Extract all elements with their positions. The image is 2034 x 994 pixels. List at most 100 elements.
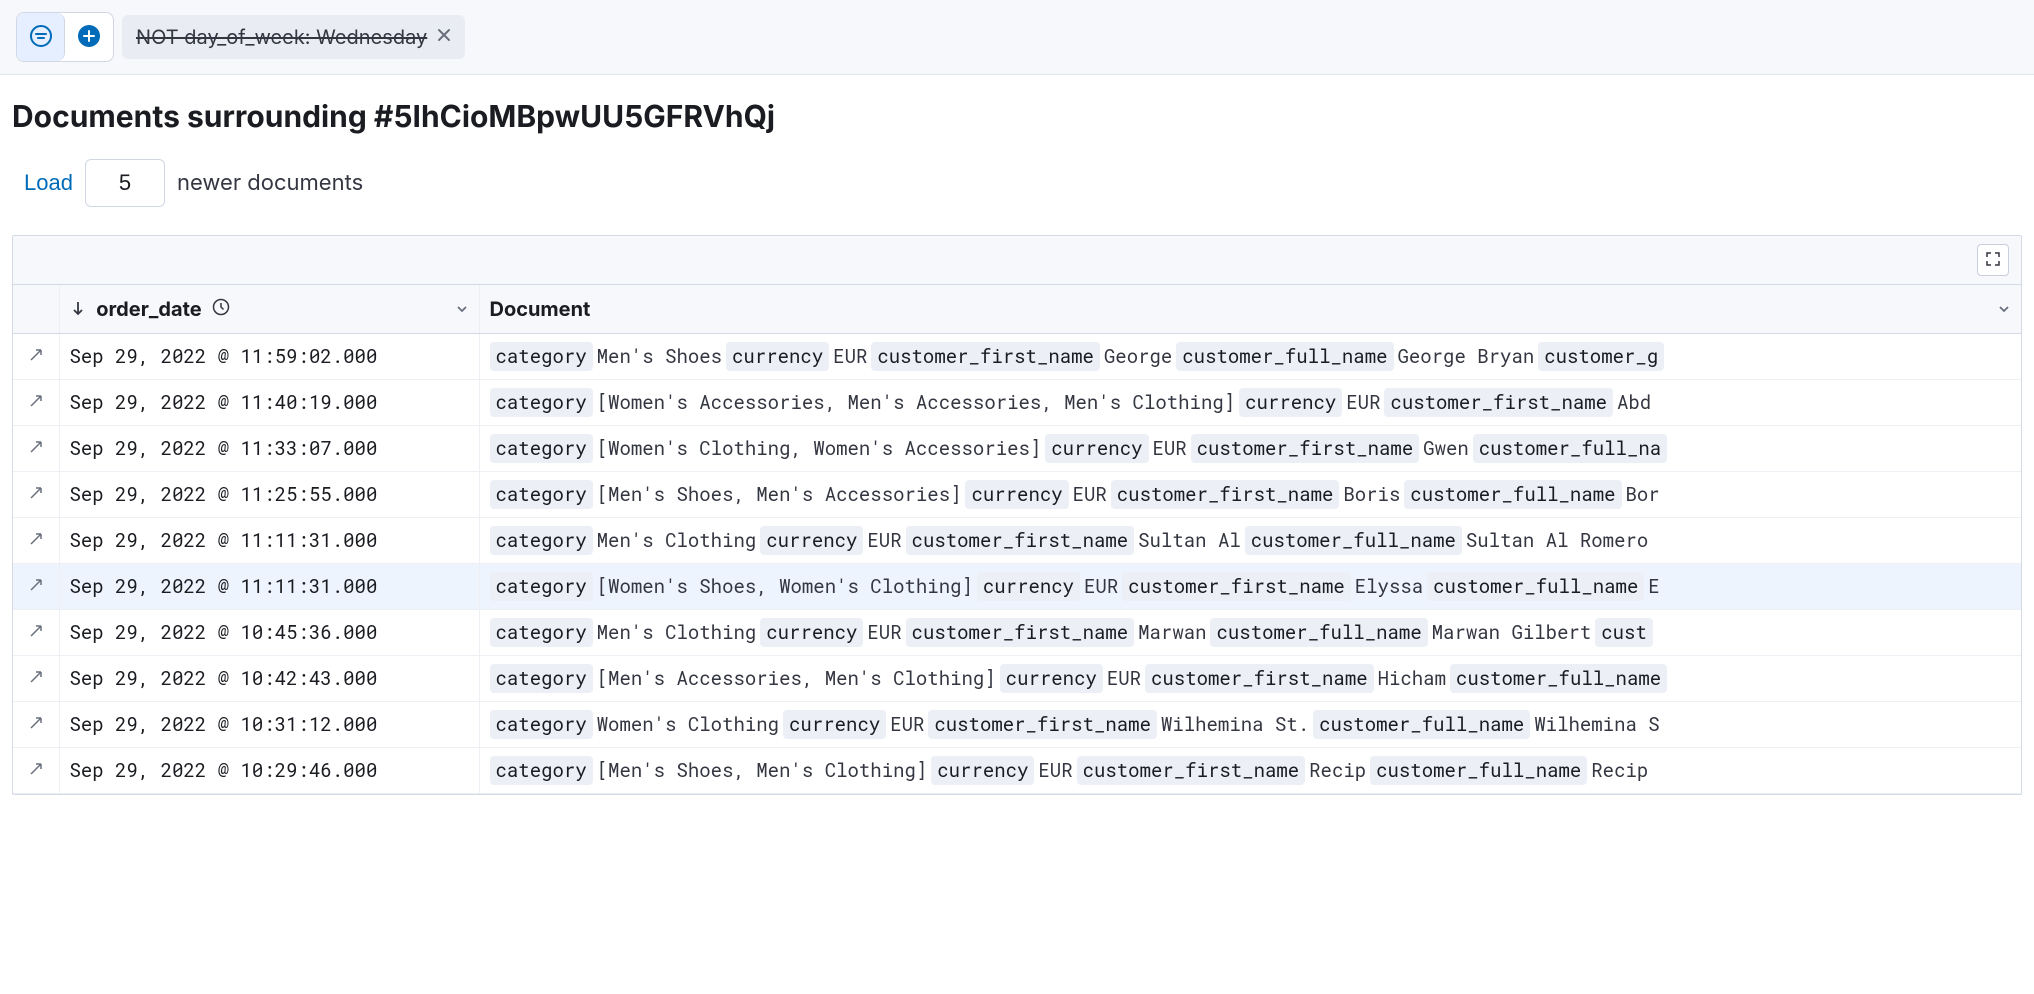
expand-icon <box>28 577 44 593</box>
expand-icon <box>28 669 44 685</box>
expand-icon <box>28 623 44 639</box>
field-key: customer_first_name <box>1145 664 1374 693</box>
load-link[interactable]: Load <box>24 170 73 196</box>
field-value: Recip <box>1309 758 1366 783</box>
table-row[interactable]: Sep 29, 2022 @ 11:11:31.000category [Wom… <box>13 564 2021 610</box>
expand-cell[interactable] <box>13 702 59 748</box>
order-date-column-header[interactable]: order_date <box>59 285 479 334</box>
field-key: currency <box>1239 388 1342 417</box>
field-value: Sultan Al Romero <box>1466 528 1648 553</box>
sort-desc-icon <box>70 300 86 316</box>
field-key: customer_first_name <box>1384 388 1613 417</box>
page-title: Documents surrounding #5IhCioMBpwUU5GFRV… <box>12 99 2022 135</box>
order-date-cell: Sep 29, 2022 @ 11:25:55.000 <box>59 472 479 518</box>
expand-cell[interactable] <box>13 518 59 564</box>
load-newer-row: Load newer documents <box>12 159 2022 207</box>
table-row[interactable]: Sep 29, 2022 @ 11:25:55.000category [Men… <box>13 472 2021 518</box>
document-cell: category [Women's Shoes, Women's Clothin… <box>479 564 2021 610</box>
expand-cell[interactable] <box>13 472 59 518</box>
documents-table: order_date <box>13 285 2021 794</box>
clock-icon <box>212 298 230 316</box>
load-suffix-text: newer documents <box>177 170 363 196</box>
expand-cell[interactable] <box>13 564 59 610</box>
document-cell: category [Men's Shoes, Men's Accessories… <box>479 472 2021 518</box>
add-filter-button[interactable] <box>65 13 113 61</box>
order-date-cell: Sep 29, 2022 @ 11:11:31.000 <box>59 564 479 610</box>
field-value: Hicham <box>1378 666 1446 691</box>
field-key: customer_g <box>1538 342 1664 371</box>
field-key: customer_first_name <box>906 526 1135 555</box>
field-value: EUR <box>833 344 867 369</box>
expand-cell[interactable] <box>13 380 59 426</box>
field-key: customer_first_name <box>1111 480 1340 509</box>
table-row[interactable]: Sep 29, 2022 @ 10:45:36.000category Men'… <box>13 610 2021 656</box>
expand-cell[interactable] <box>13 610 59 656</box>
field-key: customer_full_name <box>1450 664 1667 693</box>
filter-chip[interactable]: NOT day_of_week: Wednesday <box>122 15 465 59</box>
field-value: [Men's Shoes, Men's Clothing] <box>597 758 928 783</box>
table-row[interactable]: Sep 29, 2022 @ 11:59:02.000category Men'… <box>13 334 2021 380</box>
order-date-cell: Sep 29, 2022 @ 10:42:43.000 <box>59 656 479 702</box>
order-date-cell: Sep 29, 2022 @ 10:45:36.000 <box>59 610 479 656</box>
filter-icon <box>29 24 53 51</box>
plus-circle-icon <box>77 24 101 51</box>
field-value: Men's Clothing <box>597 620 757 645</box>
close-icon[interactable] <box>437 28 451 46</box>
column-menu-icon[interactable] <box>455 297 469 321</box>
table-row[interactable]: Sep 29, 2022 @ 10:31:12.000category Wome… <box>13 702 2021 748</box>
filter-controls <box>16 12 114 62</box>
field-value: [Men's Shoes, Men's Accessories] <box>597 482 962 507</box>
saved-queries-button[interactable] <box>17 13 65 61</box>
document-cell: category Men's Clothing currency EUR cus… <box>479 610 2021 656</box>
table-row[interactable]: Sep 29, 2022 @ 10:29:46.000category [Men… <box>13 748 2021 794</box>
field-value: EUR <box>867 528 901 553</box>
field-value: Gwen <box>1423 436 1469 461</box>
field-key: category <box>490 342 593 371</box>
expander-column-header <box>13 285 59 334</box>
filter-bar: NOT day_of_week: Wednesday <box>0 0 2034 75</box>
field-value: Bor <box>1625 482 1659 507</box>
field-value: Men's Clothing <box>597 528 757 553</box>
field-key: category <box>490 526 593 555</box>
field-value: EUR <box>1073 482 1107 507</box>
field-key: customer_first_name <box>1077 756 1306 785</box>
expand-cell[interactable] <box>13 656 59 702</box>
table-row[interactable]: Sep 29, 2022 @ 11:33:07.000category [Wom… <box>13 426 2021 472</box>
expand-icon <box>28 531 44 547</box>
field-value: EUR <box>1346 390 1380 415</box>
expand-cell[interactable] <box>13 334 59 380</box>
field-key: customer_full_name <box>1370 756 1587 785</box>
field-value: Wilhemina S <box>1534 712 1659 737</box>
order-date-cell: Sep 29, 2022 @ 11:33:07.000 <box>59 426 479 472</box>
expand-cell[interactable] <box>13 748 59 794</box>
field-key: cust <box>1595 618 1653 647</box>
table-row[interactable]: Sep 29, 2022 @ 10:42:43.000 category [Men… <box>13 656 2021 702</box>
field-value: EUR <box>1107 666 1141 691</box>
expand-icon <box>28 393 44 409</box>
field-key: currency <box>931 756 1034 785</box>
field-value: Marwan Gilbert <box>1432 620 1592 645</box>
filter-chip-text: NOT day_of_week: Wednesday <box>136 25 427 49</box>
table-toolbar <box>13 236 2021 285</box>
order-date-cell: Sep 29, 2022 @ 10:29:46.000 <box>59 748 479 794</box>
load-count-input[interactable] <box>85 159 165 207</box>
field-value: Men's Shoes <box>597 344 722 369</box>
order-date-cell: Sep 29, 2022 @ 11:59:02.000 <box>59 334 479 380</box>
expand-icon <box>28 761 44 777</box>
column-menu-icon[interactable] <box>1997 297 2011 321</box>
field-value: Abd <box>1617 390 1651 415</box>
document-cell: category Men's Shoes currency EUR custom… <box>479 334 2021 380</box>
field-key: category <box>490 664 593 693</box>
expand-cell[interactable] <box>13 426 59 472</box>
field-value: [Men's Accessories, Men's Clothing] <box>597 666 996 691</box>
table-row[interactable]: Sep 29, 2022 @ 11:40:19.000category [Wom… <box>13 380 2021 426</box>
expand-icon <box>28 485 44 501</box>
document-column-header[interactable]: Document <box>479 285 2021 334</box>
field-key: currency <box>760 618 863 647</box>
document-cell: category [Women's Clothing, Women's Acce… <box>479 426 2021 472</box>
fullscreen-button[interactable] <box>1977 244 2009 276</box>
field-value: Recip <box>1591 758 1648 783</box>
table-row[interactable]: Sep 29, 2022 @ 11:11:31.000 category Men'… <box>13 518 2021 564</box>
order-date-cell: Sep 29, 2022 @ 11:11:31.000 <box>59 518 479 564</box>
field-key: customer_full_name <box>1210 618 1427 647</box>
